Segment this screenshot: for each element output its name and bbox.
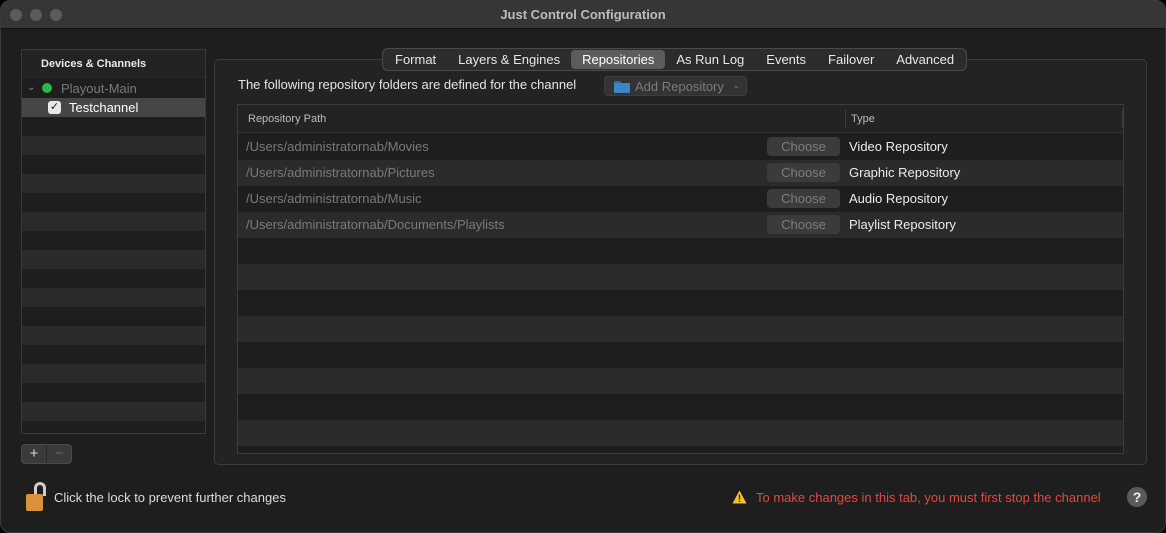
- table-row[interactable]: /Users/administratornab/Pictures Choose …: [238, 160, 1123, 186]
- add-button[interactable]: +: [22, 445, 47, 463]
- warning-message: To make changes in this tab, you must fi…: [756, 490, 1101, 505]
- repository-path: /Users/administratornab/Movies: [246, 139, 429, 154]
- warning-icon: [732, 490, 747, 504]
- add-repository-button[interactable]: Add Repository ⌄: [604, 76, 747, 96]
- empty-row: [22, 402, 205, 421]
- empty-row: [22, 250, 205, 269]
- sidebar-header: Devices & Channels: [22, 50, 205, 78]
- lock-hint: Click the lock to prevent further change…: [54, 490, 286, 505]
- choose-button[interactable]: Choose: [767, 215, 840, 234]
- window-title: Just Control Configuration: [500, 7, 666, 22]
- add-remove-control: + −: [21, 444, 72, 464]
- empty-row: [238, 238, 1123, 264]
- column-header-type[interactable]: Type: [851, 113, 875, 125]
- tab-as-run-log[interactable]: As Run Log: [665, 50, 755, 69]
- table-header: Repository Path Type: [238, 105, 1123, 133]
- empty-row: [238, 420, 1123, 446]
- empty-row: [22, 193, 205, 212]
- tab-layers-engines[interactable]: Layers & Engines: [447, 50, 571, 69]
- column-divider[interactable]: [845, 110, 846, 128]
- empty-row: [22, 269, 205, 288]
- column-header-path[interactable]: Repository Path: [248, 113, 326, 125]
- empty-row: [22, 383, 205, 402]
- empty-row: [22, 117, 205, 136]
- empty-row: [22, 174, 205, 193]
- sidebar-list: ⌄ Playout-Main ✓ Testchannel: [22, 79, 205, 433]
- empty-row: [238, 316, 1123, 342]
- choose-button[interactable]: Choose: [767, 163, 840, 182]
- chevron-down-icon: ⌄: [732, 80, 740, 90]
- tab-advanced[interactable]: Advanced: [885, 50, 965, 69]
- empty-row: [22, 231, 205, 250]
- empty-row: [22, 212, 205, 231]
- repository-type: Playlist Repository: [849, 217, 956, 232]
- repository-path: /Users/administratornab/Documents/Playli…: [246, 217, 505, 232]
- repository-path: /Users/administratornab/Pictures: [246, 165, 435, 180]
- repository-type: Video Repository: [849, 139, 948, 154]
- repository-type: Graphic Repository: [849, 165, 961, 180]
- lock-icon[interactable]: [25, 482, 49, 514]
- tab-failover[interactable]: Failover: [817, 50, 885, 69]
- sidebar-item-testchannel[interactable]: ✓ Testchannel: [22, 98, 205, 117]
- empty-row: [22, 155, 205, 174]
- table-body: /Users/administratornab/Movies Choose Vi…: [238, 134, 1123, 453]
- choose-button[interactable]: Choose: [767, 189, 840, 208]
- empty-row: [22, 364, 205, 383]
- table-row[interactable]: /Users/administratornab/Music Choose Aud…: [238, 186, 1123, 212]
- column-divider[interactable]: [1122, 110, 1123, 128]
- empty-row: [22, 136, 205, 155]
- devices-sidebar: Devices & Channels ⌄ Playout-Main ✓ Test…: [21, 49, 206, 434]
- title-bar: Just Control Configuration: [1, 1, 1165, 29]
- add-repository-label: Add Repository: [635, 79, 724, 94]
- folder-icon: [614, 81, 630, 93]
- empty-row: [238, 290, 1123, 316]
- empty-row: [22, 326, 205, 345]
- help-button[interactable]: ?: [1127, 487, 1147, 507]
- repository-path: /Users/administratornab/Music: [246, 191, 422, 206]
- empty-row: [238, 368, 1123, 394]
- empty-row: [238, 394, 1123, 420]
- empty-row: [22, 307, 205, 326]
- tab-repositories[interactable]: Repositories: [571, 50, 666, 69]
- status-dot-icon: [42, 83, 52, 93]
- empty-row: [22, 421, 205, 433]
- table-row[interactable]: /Users/administratornab/Documents/Playli…: [238, 212, 1123, 238]
- tab-format[interactable]: Format: [384, 50, 447, 69]
- empty-row: [22, 288, 205, 307]
- sidebar-item-label: Playout-Main: [61, 81, 137, 96]
- sidebar-item-playout-main[interactable]: ⌄ Playout-Main: [22, 79, 205, 98]
- channel-checkbox[interactable]: ✓: [48, 101, 61, 114]
- remove-button[interactable]: −: [47, 445, 72, 463]
- table-row[interactable]: /Users/administratornab/Movies Choose Vi…: [238, 134, 1123, 160]
- config-window: Just Control Configuration Devices & Cha…: [0, 0, 1166, 533]
- sidebar-item-label: Testchannel: [69, 100, 139, 115]
- tab-events[interactable]: Events: [755, 50, 817, 69]
- choose-button[interactable]: Choose: [767, 137, 840, 156]
- tab-bar: Format Layers & Engines Repositories As …: [382, 48, 968, 71]
- empty-row: [22, 345, 205, 364]
- repositories-description: The following repository folders are def…: [238, 77, 577, 92]
- empty-row: [238, 446, 1123, 453]
- empty-row: [238, 342, 1123, 368]
- repositories-table: Repository Path Type /Users/administrato…: [237, 104, 1124, 454]
- repository-type: Audio Repository: [849, 191, 948, 206]
- empty-row: [238, 264, 1123, 290]
- chevron-down-icon[interactable]: ⌄: [27, 82, 35, 93]
